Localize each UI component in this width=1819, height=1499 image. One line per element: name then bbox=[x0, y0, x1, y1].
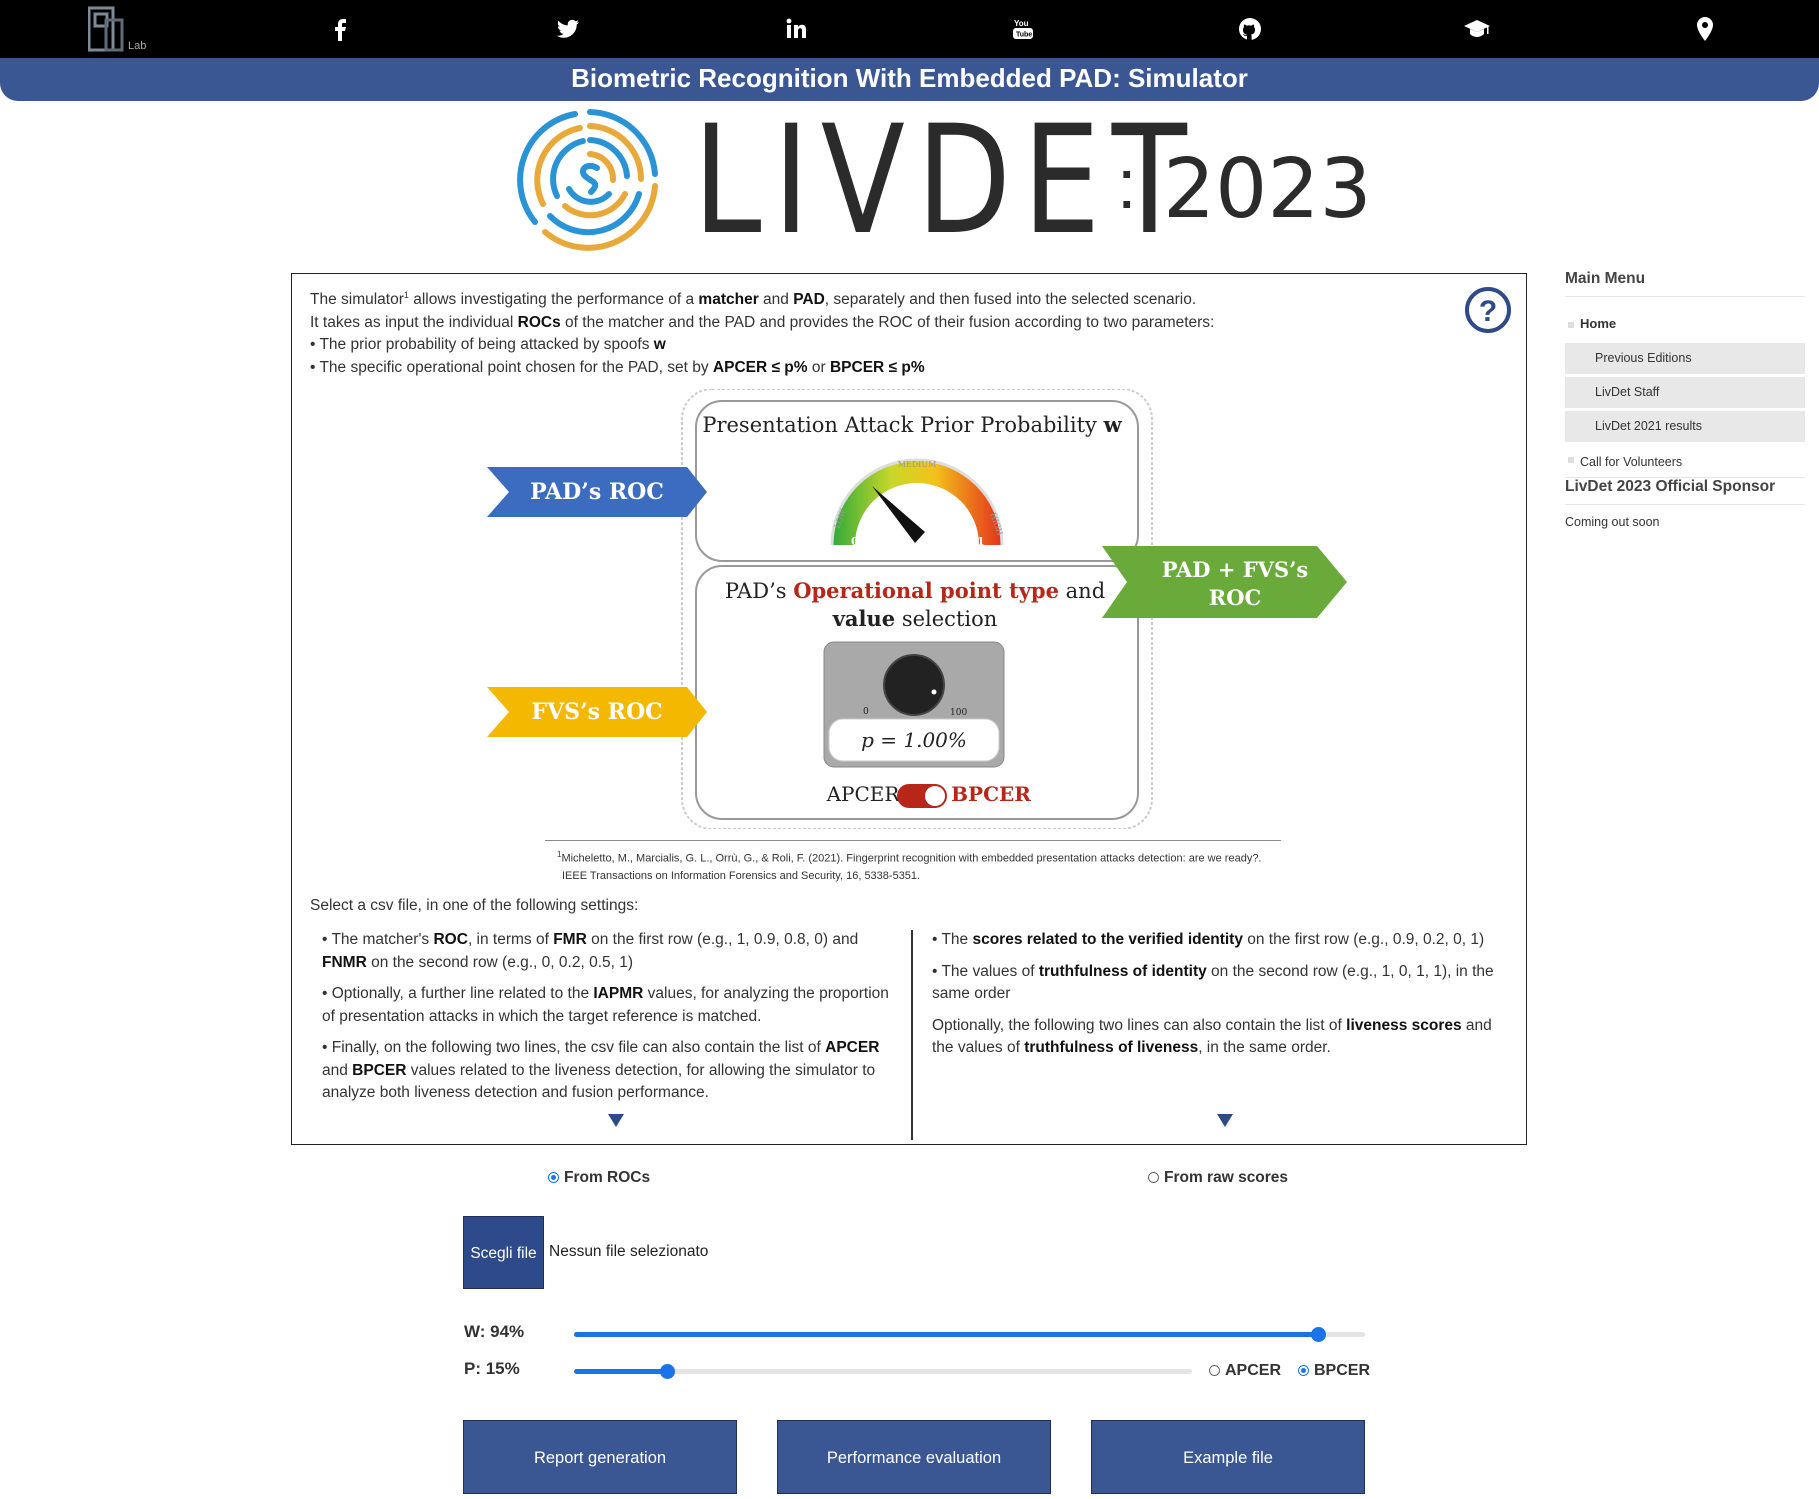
toggle-apcer-label: APCER bbox=[826, 782, 901, 806]
hero-year: 2023 bbox=[1163, 142, 1372, 237]
rocs-format-description: • The matcher's ROC, in terms of FMR on … bbox=[322, 931, 889, 1101]
mode-from-raw-scores-radio[interactable]: From raw scores bbox=[1148, 1169, 1288, 1187]
linkedin-icon[interactable] bbox=[781, 14, 811, 44]
menu-item-call-for-volunteers[interactable]: Call for Volunteers bbox=[1565, 445, 1805, 478]
apcer-radio[interactable]: APCER bbox=[1209, 1362, 1281, 1380]
p-slider[interactable] bbox=[574, 1364, 1192, 1379]
footnote-divider bbox=[545, 840, 1281, 841]
github-icon[interactable] bbox=[1235, 14, 1265, 44]
choose-file-button[interactable]: Scegli file bbox=[463, 1216, 544, 1289]
w-slider[interactable] bbox=[574, 1327, 1365, 1342]
file-status: Nessun file selezionato bbox=[549, 1243, 709, 1260]
knob-max-label: 100 bbox=[950, 708, 967, 718]
fvs-roc-label: FVS’s ROC bbox=[531, 699, 662, 725]
graduation-cap-icon[interactable] bbox=[1462, 14, 1492, 44]
livdet-banner: LIVDET : 2023 bbox=[505, 104, 1372, 256]
expand-arrow-right-icon[interactable] bbox=[1217, 1114, 1233, 1127]
menu-item-previous-editions[interactable]: Previous Editions bbox=[1565, 343, 1805, 377]
p-slider-thumb[interactable] bbox=[659, 1364, 675, 1379]
footnote: 1Micheletto, M., Marcialis, G. L., Orrù,… bbox=[557, 850, 1262, 882]
pad-roc-label: PAD’s ROC bbox=[530, 479, 664, 505]
toggle-bpcer-label: BPCER bbox=[951, 782, 1031, 806]
mode-from-rocs-radio[interactable]: From ROCs bbox=[548, 1169, 650, 1187]
fused-roc-label-1: PAD + FVS’s bbox=[1162, 557, 1309, 582]
column-divider bbox=[911, 930, 913, 1140]
gauge-medium-label: MEDIUM bbox=[898, 460, 937, 469]
menu-item-livdet-staff[interactable]: LivDet Staff bbox=[1565, 377, 1805, 411]
intro-text: The simulator1 allows investigating the … bbox=[310, 290, 1215, 376]
youtube-icon[interactable]: You Tube bbox=[1008, 14, 1038, 44]
operational-title-2: value selection bbox=[832, 606, 998, 631]
fingerprint-logo-icon bbox=[517, 109, 658, 251]
expand-arrow-left-icon[interactable] bbox=[608, 1114, 624, 1127]
operational-title-1: PAD’s Operational point type and bbox=[725, 578, 1105, 603]
pra-lab-logo[interactable]: Lab bbox=[87, 6, 158, 52]
bpcer-radio[interactable]: BPCER bbox=[1298, 1362, 1370, 1380]
csv-heading: Select a csv file, in one of the followi… bbox=[310, 897, 639, 914]
radio-indicator bbox=[548, 1172, 559, 1183]
location-pin-icon[interactable] bbox=[1690, 14, 1720, 44]
radio-indicator bbox=[1209, 1365, 1220, 1376]
sponsor-text: Coming out soon bbox=[1565, 515, 1660, 529]
radio-indicator bbox=[1298, 1365, 1309, 1376]
knob-dial bbox=[883, 654, 945, 716]
w-slider-fill bbox=[574, 1332, 1318, 1337]
top-navbar: Lab You Tube bbox=[0, 0, 1819, 58]
example-file-button[interactable]: Example file bbox=[1091, 1420, 1365, 1494]
p-slider-label: P: 15% bbox=[464, 1359, 520, 1378]
fused-roc-label-2: ROC bbox=[1209, 585, 1261, 610]
main-menu-heading: Main Menu bbox=[1565, 270, 1805, 297]
gauge-max-label: 1 bbox=[977, 535, 985, 548]
gauge-min-label: 0 bbox=[851, 535, 859, 548]
report-generation-button[interactable]: Report generation bbox=[463, 1420, 737, 1494]
svg-text:You: You bbox=[1014, 19, 1029, 28]
menu-item-home[interactable]: Home bbox=[1565, 313, 1805, 343]
radio-indicator bbox=[1148, 1172, 1159, 1183]
prior-title: Presentation Attack Prior Probability w bbox=[702, 412, 1122, 437]
help-icon[interactable]: ? bbox=[1464, 286, 1512, 334]
twitter-icon[interactable] bbox=[553, 14, 583, 44]
menu-item-livdet-2021-results[interactable]: LivDet 2021 results bbox=[1565, 411, 1805, 445]
performance-evaluation-button[interactable]: Performance evaluation bbox=[777, 1420, 1051, 1494]
simulator-panel: The simulator1 allows investigating the … bbox=[291, 273, 1527, 1145]
sponsor-heading: LivDet 2023 Official Sponsor bbox=[1565, 478, 1805, 505]
p-slider-fill bbox=[574, 1369, 667, 1374]
fusion-diagram: PAD’s ROC FVS’s ROC PAD + FVS’s ROC Pres… bbox=[487, 389, 1347, 829]
knob-min-label: 0 bbox=[863, 707, 869, 717]
p-value-label: p = 1.00% bbox=[861, 728, 967, 752]
logo-lab-text: Lab bbox=[128, 40, 146, 52]
raw-scores-format-description: • The scores related to the verified ide… bbox=[932, 931, 1494, 1056]
svg-text:Tube: Tube bbox=[1016, 32, 1032, 39]
sidebar: Main Menu Home Previous Editions LivDet … bbox=[1565, 270, 1805, 529]
facebook-icon[interactable] bbox=[326, 14, 356, 44]
w-slider-thumb[interactable] bbox=[1310, 1327, 1326, 1342]
hero-separator: : bbox=[1117, 145, 1137, 223]
svg-text:?: ? bbox=[1479, 295, 1497, 328]
w-slider-label: W: 94% bbox=[464, 1322, 525, 1341]
